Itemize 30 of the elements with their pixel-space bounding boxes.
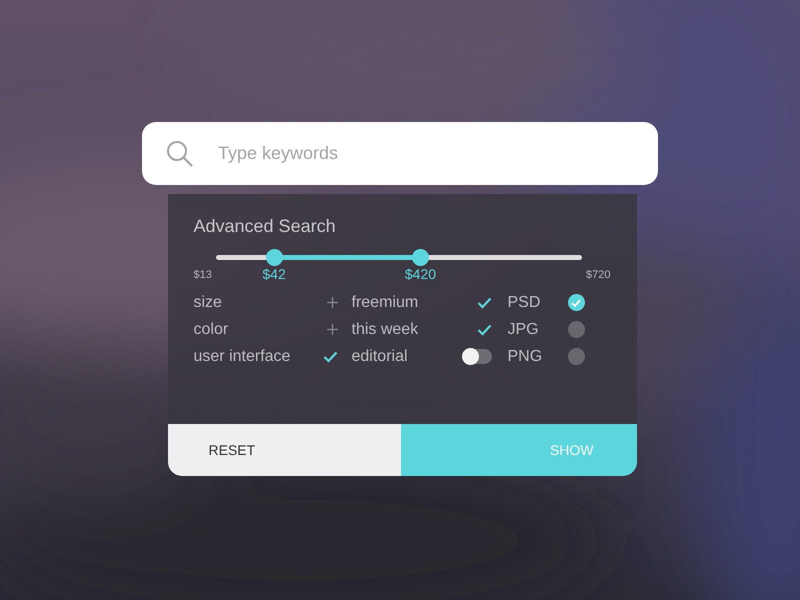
handle-price: $42 — [262, 266, 286, 282]
check-icon[interactable] — [476, 324, 492, 336]
option-label: user interface — [194, 348, 290, 366]
option-label: this week — [352, 320, 418, 338]
check-icon[interactable] — [476, 296, 492, 308]
radio-button[interactable] — [568, 321, 584, 338]
toggle-switch[interactable] — [462, 349, 492, 364]
plus-icon[interactable] — [326, 297, 338, 308]
option-label: size — [194, 294, 222, 312]
option-label: JPG — [508, 320, 539, 338]
plus-icon[interactable] — [326, 324, 338, 335]
option-label: PSD — [508, 294, 540, 312]
option-label: freemium — [352, 294, 418, 312]
panel-title: Advanced Search — [194, 216, 337, 237]
handle-price: $420 — [404, 266, 436, 282]
check-icon[interactable] — [322, 350, 338, 362]
search-field[interactable]: Type keywords — [216, 142, 658, 165]
option-label: PNG — [508, 348, 542, 366]
option-label: editorial — [352, 348, 408, 366]
slider-handle[interactable] — [266, 249, 284, 266]
check-icon — [571, 298, 581, 306]
option-label: color — [194, 320, 228, 338]
reset-button[interactable]: RESET — [168, 424, 400, 476]
radio-button[interactable] — [568, 348, 584, 365]
search-bar[interactable]: Type keywords — [142, 122, 658, 185]
min-price: $13 — [194, 269, 212, 281]
slider-handle[interactable] — [412, 249, 430, 266]
radio-button[interactable] — [568, 294, 584, 311]
search-icon — [166, 140, 194, 168]
max-price: $720 — [586, 269, 610, 281]
